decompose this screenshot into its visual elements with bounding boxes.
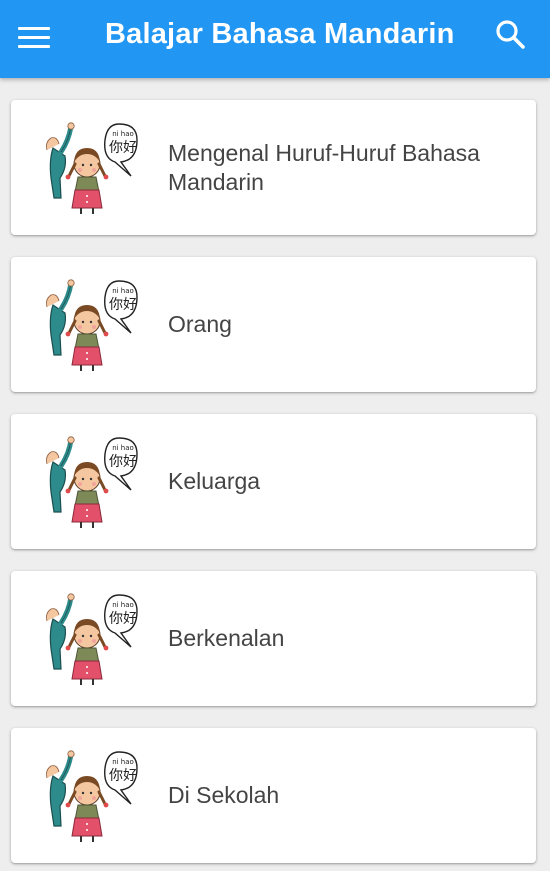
svg-text:你好: 你好	[109, 140, 137, 156]
lesson-card-mengenal-huruf[interactable]: ni hao 你好 Mengenal Huruf-Huruf Bahasa Ma…	[11, 100, 536, 235]
lesson-label: Keluarga	[168, 468, 261, 494]
nihao-kids-illustration: ni hao 你好	[39, 277, 139, 373]
lesson-label: Berkenalan	[168, 625, 285, 651]
nihao-kids-illustration: ni hao 你好	[39, 434, 139, 530]
lesson-card-orang[interactable]: ni hao 你好 Orang	[11, 257, 536, 392]
svg-text:你好: 你好	[109, 454, 137, 470]
svg-text:ni hao: ni hao	[112, 758, 134, 766]
lesson-card-keluarga[interactable]: ni hao 你好 Keluarga	[11, 414, 536, 549]
lesson-label: Orang	[168, 311, 232, 337]
svg-text:ni hao: ni hao	[112, 130, 134, 138]
svg-text:你好: 你好	[109, 297, 137, 313]
nihao-kids-illustration: ni hao 你好	[39, 591, 139, 687]
lesson-card-di-sekolah[interactable]: ni hao 你好 Di Sekolah	[11, 728, 536, 863]
svg-text:你好: 你好	[109, 611, 137, 627]
search-icon[interactable]	[494, 18, 528, 52]
svg-text:ni hao: ni hao	[112, 287, 134, 295]
lesson-label: Di Sekolah	[168, 782, 280, 808]
hamburger-menu-icon[interactable]	[18, 22, 54, 52]
lesson-label: Mengenal Huruf-Huruf Bahasa Mandarin	[168, 139, 480, 195]
app-title: Balajar Bahasa Mandarin	[105, 18, 455, 50]
app-bar: Balajar Bahasa Mandarin	[0, 0, 550, 78]
svg-text:ni hao: ni hao	[112, 444, 134, 452]
nihao-kids-illustration: ni hao 你好	[39, 120, 139, 216]
svg-text:你好: 你好	[109, 768, 137, 784]
nihao-kids-illustration: ni hao 你好	[39, 748, 139, 844]
lesson-card-berkenalan[interactable]: ni hao 你好 Berkenalan	[11, 571, 536, 706]
svg-text:ni hao: ni hao	[112, 601, 134, 609]
